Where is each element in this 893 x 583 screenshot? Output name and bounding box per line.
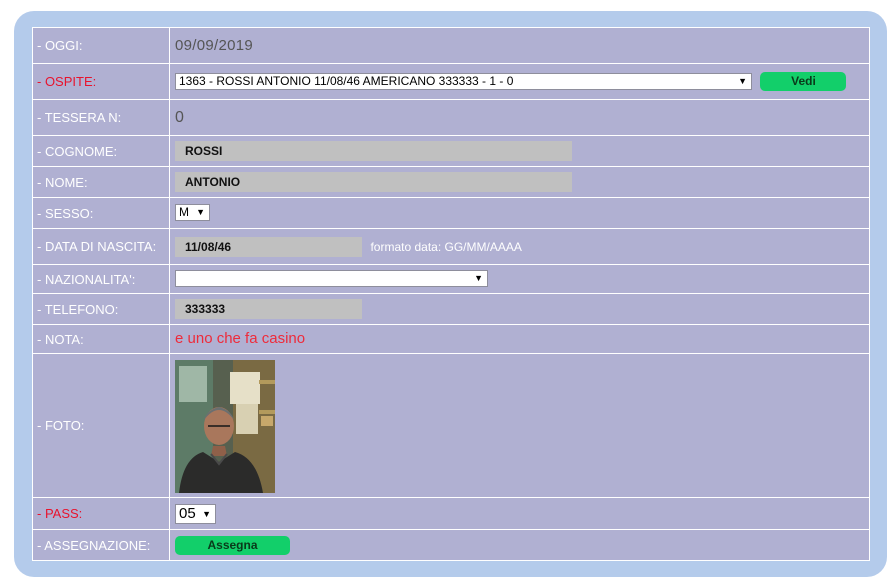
- card-number: 0: [175, 108, 184, 126]
- label-nascita: - DATA DI NASCITA:: [32, 228, 170, 265]
- surname-field[interactable]: ROSSI: [175, 141, 572, 161]
- guest-form-table: - OGGI: 09/09/2019 - OSPITE: 1363 - ROSS…: [32, 27, 870, 561]
- today-date: 09/09/2019: [175, 36, 254, 54]
- label-nota: - NOTA:: [32, 324, 170, 354]
- label-sesso: - SESSO:: [32, 197, 170, 229]
- assegna-button[interactable]: Assegna: [175, 535, 290, 555]
- nationality-select[interactable]: ▼: [175, 270, 488, 288]
- row-tessera: - TESSERA N: 0: [32, 99, 870, 136]
- row-nazionalita: - NAZIONALITA': ▼: [32, 264, 870, 294]
- label-oggi: - OGGI:: [32, 27, 170, 64]
- birthdate-field[interactable]: 11/08/46: [175, 236, 362, 257]
- row-telefono: - TELEFONO: 333333: [32, 293, 870, 325]
- label-ospite: - OSPITE:: [32, 63, 170, 100]
- row-oggi: - OGGI: 09/09/2019: [32, 27, 870, 64]
- date-format-hint: formato data: GG/MM/AAAA: [370, 239, 522, 254]
- sex-select-value: M: [179, 205, 189, 220]
- vedi-button[interactable]: Vedi: [760, 72, 847, 91]
- name-field[interactable]: ANTONIO: [175, 172, 572, 192]
- label-telefono: - TELEFONO:: [32, 293, 170, 325]
- sex-select[interactable]: M ▼: [175, 204, 210, 222]
- label-assegnazione: - ASSEGNAZIONE:: [32, 529, 170, 561]
- label-pass: - PASS:: [32, 497, 170, 530]
- label-nome: - NOME:: [32, 166, 170, 198]
- row-pass: - PASS: 05 ▼: [32, 497, 870, 530]
- row-nome: - NOME: ANTONIO: [32, 166, 870, 198]
- note-text: e uno che fa casino: [175, 330, 306, 347]
- label-nazionalita: - NAZIONALITA':: [32, 264, 170, 294]
- label-cognome: - COGNOME:: [32, 135, 170, 167]
- chevron-down-icon: ▼: [202, 508, 211, 519]
- label-tessera: - TESSERA N:: [32, 99, 170, 136]
- row-nascita: - DATA DI NASCITA: 11/08/46 formato data…: [32, 228, 870, 265]
- row-nota: - NOTA: e uno che fa casino: [32, 324, 870, 354]
- pass-select-value: 05: [179, 504, 196, 522]
- chevron-down-icon: ▼: [738, 76, 747, 86]
- chevron-down-icon: ▼: [474, 273, 483, 284]
- row-ospite: - OSPITE: 1363 - ROSSI ANTONIO 11/08/46 …: [32, 63, 870, 100]
- guest-select[interactable]: 1363 - ROSSI ANTONIO 11/08/46 AMERICANO …: [175, 73, 752, 90]
- pass-select[interactable]: 05 ▼: [175, 503, 216, 524]
- guest-photo-image: [175, 359, 275, 493]
- chevron-down-icon: ▼: [196, 207, 205, 218]
- row-cognome: - COGNOME: ROSSI: [32, 135, 870, 167]
- guest-select-value: 1363 - ROSSI ANTONIO 11/08/46 AMERICANO …: [179, 74, 514, 88]
- phone-field[interactable]: 333333: [175, 299, 362, 319]
- row-foto: - FOTO:: [32, 353, 870, 498]
- guest-photo: [175, 359, 275, 493]
- row-assegnazione: - ASSEGNAZIONE: Assegna: [32, 529, 870, 561]
- label-foto: - FOTO:: [32, 353, 170, 498]
- row-sesso: - SESSO: M ▼: [32, 197, 870, 229]
